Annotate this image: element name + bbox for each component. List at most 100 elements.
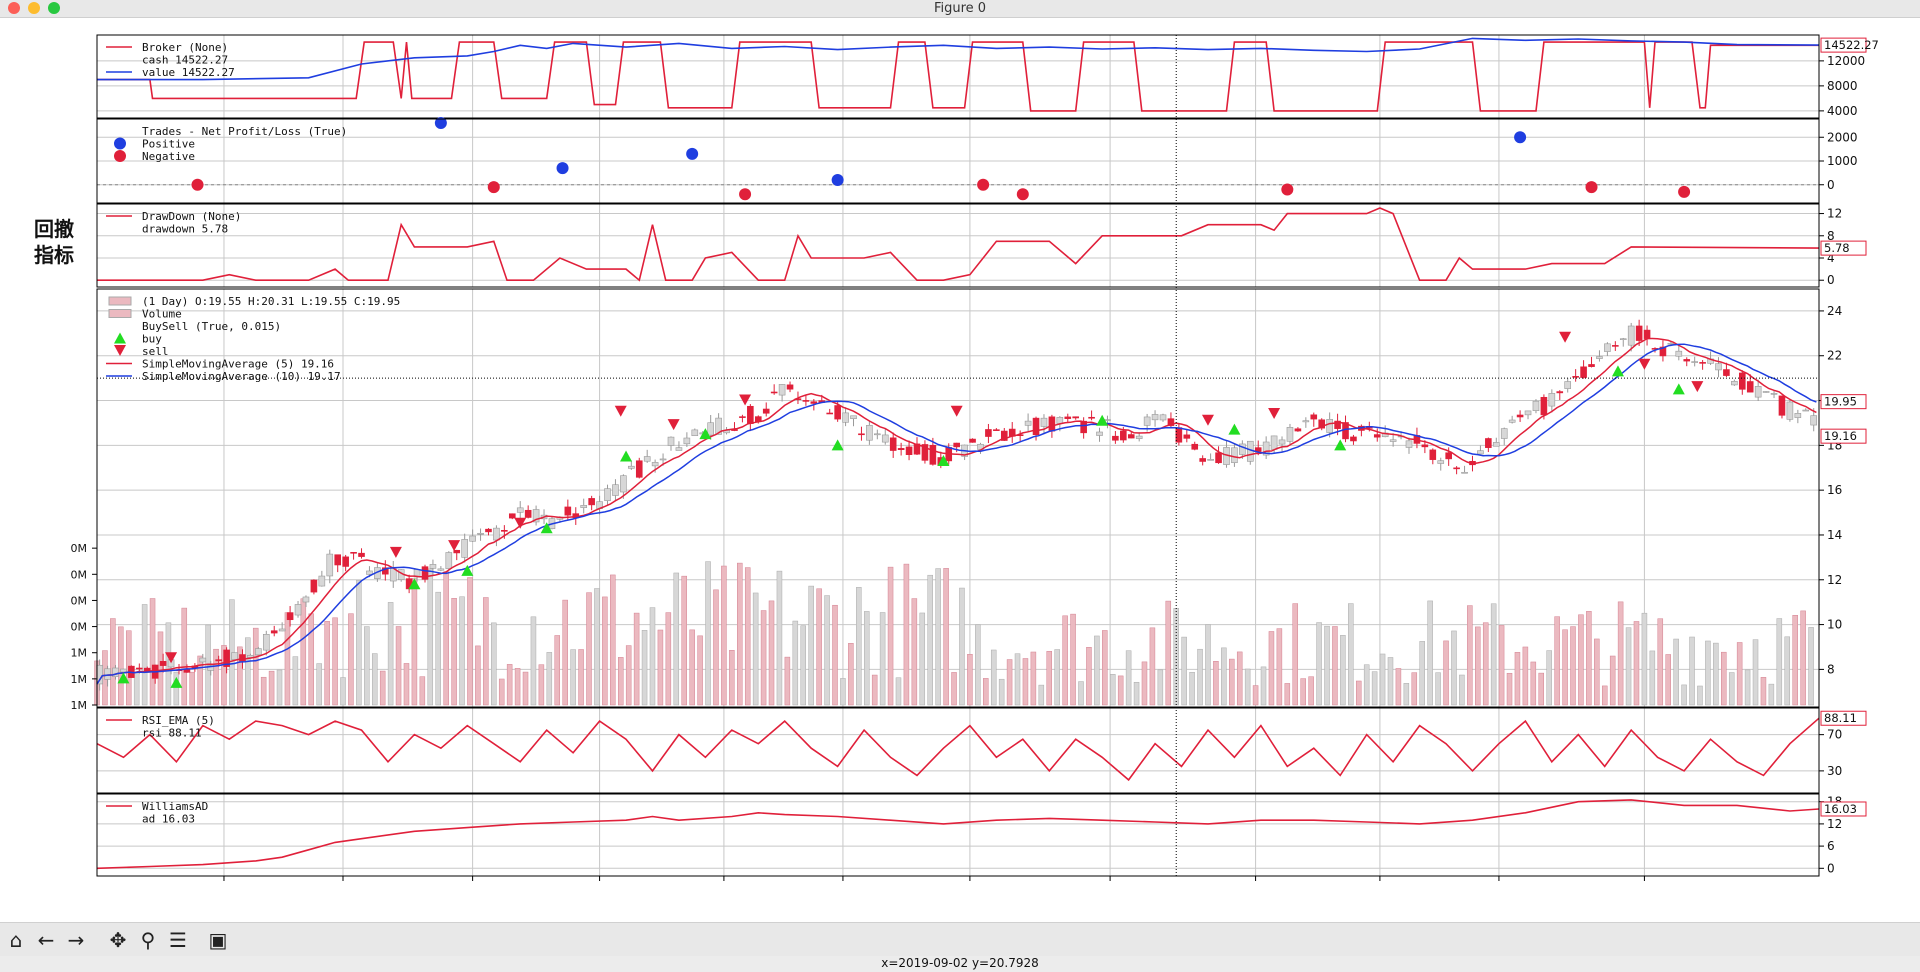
candle-body	[1270, 435, 1278, 450]
volume-bar	[181, 607, 188, 706]
volume-bar	[260, 676, 267, 706]
candle-body	[1032, 417, 1040, 436]
trade-profit-point	[556, 162, 569, 175]
trade-loss-point	[977, 178, 990, 191]
broker-value-label: 14522.27	[1824, 38, 1879, 52]
drawdown-legend-item: drawdown 5.78	[142, 223, 228, 236]
volume-bar	[1411, 672, 1418, 706]
candle-body	[881, 434, 889, 443]
candle-body	[628, 465, 635, 469]
home-icon[interactable]: ⌂	[4, 929, 28, 951]
volume-bar	[657, 629, 664, 706]
volume-bar	[871, 674, 878, 706]
volume-bar	[768, 600, 775, 706]
volume-bar	[641, 630, 648, 706]
volume-bar	[1070, 613, 1076, 706]
candle-body	[953, 442, 960, 448]
forward-icon[interactable]: →	[64, 929, 88, 951]
candle-body	[1350, 436, 1357, 442]
candle-body	[1612, 345, 1619, 347]
cursor-coordinates: x=2019-09-02 y=20.7928	[881, 956, 1039, 970]
volume-bar	[1657, 618, 1664, 706]
candle-body	[1699, 362, 1706, 364]
volume-bar	[1673, 638, 1679, 706]
volume-bar	[887, 566, 894, 706]
broker-legend-item: cash 14522.27	[142, 54, 228, 67]
candle-body	[1286, 427, 1294, 442]
overlay-line-1: 回撤	[34, 217, 74, 241]
volume-bar	[411, 578, 418, 706]
volume-bar	[737, 562, 743, 706]
candle-body	[1643, 329, 1651, 339]
candle-body	[1421, 444, 1429, 448]
pan-icon[interactable]: ✥	[106, 929, 130, 951]
volume-bar	[665, 612, 672, 706]
candle-body	[1461, 471, 1468, 474]
volume-bar	[1490, 603, 1497, 706]
candle-body	[604, 488, 611, 501]
trade-loss-point	[487, 181, 500, 194]
candle-body	[786, 384, 794, 390]
volume-bar	[1538, 672, 1545, 706]
candle-body	[1810, 415, 1818, 426]
williams-value-label: 16.03	[1824, 802, 1857, 816]
volume-bar	[1324, 625, 1330, 706]
volume-bar	[1197, 648, 1203, 706]
configure-icon[interactable]: ☰	[166, 929, 190, 951]
volume-tick-label: 1M	[71, 673, 88, 686]
save-icon[interactable]: ▣	[206, 929, 230, 951]
figure-canvas[interactable]: 4000800012000Broker (None)cash 14522.27v…	[0, 17, 1920, 922]
candle-body	[643, 456, 651, 462]
price-ytick-label: 14	[1827, 528, 1842, 542]
candle-body	[278, 628, 286, 632]
volume-bar	[1665, 654, 1671, 706]
volume-bar	[998, 678, 1005, 706]
candle-body	[1215, 452, 1222, 464]
candle-body	[1453, 467, 1460, 470]
candle-body	[1159, 414, 1167, 421]
price-ytick-label: 22	[1827, 349, 1842, 363]
candle-body	[1604, 343, 1611, 352]
trades-ytick-label: 1000	[1827, 154, 1858, 168]
volume-bar	[268, 670, 275, 706]
candle-body	[310, 579, 318, 593]
candle-body	[1088, 416, 1095, 419]
candle-body	[1572, 376, 1579, 378]
volume-bar	[1443, 640, 1449, 706]
candle-body	[302, 596, 310, 603]
broker-cash-line	[97, 41, 1819, 112]
zoom-icon[interactable]: ⚲	[136, 929, 160, 951]
candle-body	[1373, 434, 1381, 438]
price-legend-item: (1 Day) O:19.55 H:20.31 L:19.55 C:19.95	[142, 295, 400, 308]
trades-legend-swatch	[114, 137, 126, 150]
candle-body	[1762, 391, 1770, 393]
drawdown-ytick-label: 12	[1827, 207, 1842, 221]
volume-bar	[1768, 683, 1775, 706]
volume-bar	[1403, 683, 1410, 706]
candle-body	[1405, 440, 1413, 448]
volume-bar	[1578, 614, 1584, 706]
candle-body	[508, 513, 516, 519]
candle-body	[1508, 419, 1516, 423]
volume-bar	[1221, 647, 1227, 706]
price-legend-swatch	[114, 345, 126, 356]
volume-bar	[1054, 649, 1060, 706]
volume-bar	[1506, 672, 1513, 706]
volume-bar	[1332, 626, 1338, 706]
volume-bar	[403, 663, 410, 706]
volume-bar	[506, 664, 513, 706]
volume-bar	[594, 588, 600, 706]
back-icon[interactable]: ←	[34, 929, 58, 951]
volume-bar	[546, 652, 553, 706]
volume-bar	[1514, 652, 1521, 706]
williams-panel-frame	[96, 793, 1820, 877]
sell-marker	[1201, 414, 1214, 426]
volume-bar	[1205, 624, 1211, 706]
candle-body	[231, 652, 238, 660]
candle-body	[104, 668, 111, 680]
candle-body	[1524, 410, 1532, 416]
candle-body	[286, 612, 294, 621]
candle-body	[762, 408, 770, 414]
volume-bar	[252, 627, 259, 706]
volume-bar	[387, 602, 394, 706]
